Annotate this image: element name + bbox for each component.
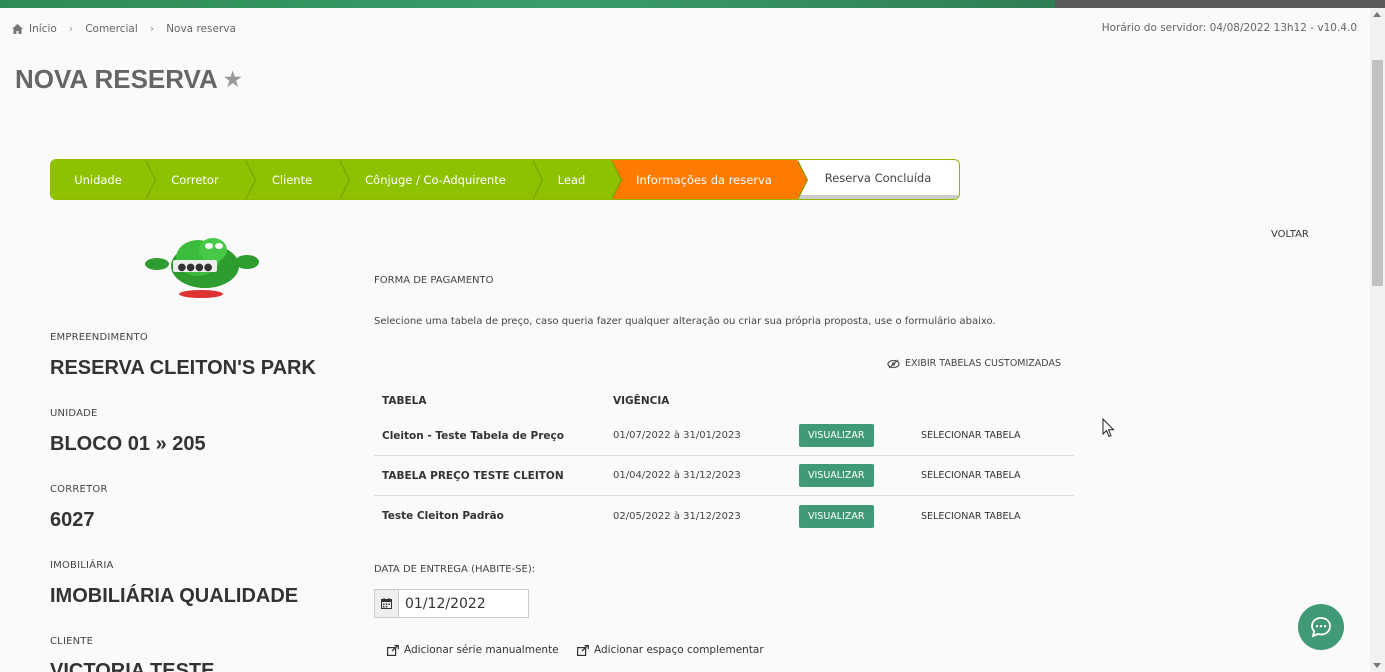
add-space-link[interactable]: Adicionar espaço complementar xyxy=(577,644,764,656)
selecionar-tabela-link[interactable]: SELECIONAR TABELA xyxy=(921,511,1074,522)
data-entrega-label: DATA DE ENTREGA (HABITE-SE): xyxy=(374,564,536,575)
add-series-label: Adicionar série manualmente xyxy=(404,644,559,656)
step-label: Cliente xyxy=(271,172,313,187)
row-period: 01/04/2022 à 31/12/2023 xyxy=(613,470,741,481)
project-logo: ●●●● xyxy=(143,230,261,300)
data-entrega-input[interactable] xyxy=(399,590,527,617)
visualizar-button[interactable]: VISUALIZAR xyxy=(799,464,874,487)
scroll-thumb[interactable] xyxy=(1372,60,1383,286)
svg-text:●●●●: ●●●● xyxy=(178,262,213,273)
step-unidade[interactable]: Unidade xyxy=(51,160,156,199)
visualizar-button[interactable]: VISUALIZAR xyxy=(799,424,874,447)
imobiliaria-label: IMOBILIÁRIA xyxy=(50,560,114,571)
price-tables: TABELA VIGÊNCIA Cleiton - Teste Tabela d… xyxy=(374,386,1074,536)
chevron-right-icon: › xyxy=(68,22,74,35)
step-lead[interactable]: Lead xyxy=(532,160,622,199)
step-corretor[interactable]: Corretor xyxy=(145,160,256,199)
selecionar-tabela-link[interactable]: SELECIONAR TABELA xyxy=(921,430,1074,441)
breadcrumb-home[interactable]: Início xyxy=(29,23,57,35)
row-period: 02/05/2022 à 31/12/2023 xyxy=(613,510,741,522)
corretor-label: CORRETOR xyxy=(50,484,108,495)
external-edit-icon xyxy=(387,644,399,656)
show-custom-tables-label: EXIBIR TABELAS CUSTOMIZADAS xyxy=(905,358,1061,369)
step-cliente[interactable]: Cliente xyxy=(245,160,350,199)
visualizar-button[interactable]: VISUALIZAR xyxy=(799,504,874,528)
wizard-steps: Unidade Corretor Cliente Cônjuge / Co-Ad… xyxy=(50,159,960,200)
step-label: Unidade xyxy=(74,172,122,187)
external-edit-icon xyxy=(577,644,589,656)
table-row: TABELA PREÇO TESTE CLEITON 01/04/2022 à … xyxy=(374,456,1074,496)
corretor-value: 6027 xyxy=(50,509,95,531)
col-vigencia: VIGÊNCIA xyxy=(613,395,670,407)
unidade-label: UNIDADE xyxy=(50,408,98,419)
home-icon[interactable] xyxy=(12,23,23,34)
add-series-link[interactable]: Adicionar série manualmente xyxy=(387,644,559,656)
step-conjuge[interactable]: Cônjuge / Co-Adquirente xyxy=(339,160,543,199)
page-title-wrap: NOVA RESERVA ★ xyxy=(15,64,242,95)
empreendimento-value: RESERVA CLEITON'S PARK xyxy=(50,357,316,379)
chat-bubble-icon xyxy=(1311,617,1331,638)
cliente-label: CLIENTE xyxy=(50,636,94,647)
chevron-right-icon: › xyxy=(149,22,155,35)
forma-pagamento-title: FORMA DE PAGAMENTO xyxy=(374,275,494,286)
unidade-value: BLOCO 01 » 205 xyxy=(50,433,206,455)
mouse-cursor-icon xyxy=(1102,417,1116,442)
row-period: 01/07/2022 à 31/01/2023 xyxy=(613,430,741,441)
cliente-value: VICTORIA TESTE xyxy=(50,660,215,672)
server-time: Horário do servidor: 04/08/2022 13h12 - … xyxy=(1101,22,1357,34)
step-label: Corretor xyxy=(171,172,219,187)
page-title: NOVA RESERVA xyxy=(15,64,218,94)
empreendimento-label: EMPREENDIMENTO xyxy=(50,332,148,343)
scroll-down-icon[interactable] xyxy=(1373,663,1381,668)
top-accent-bar-dark xyxy=(1055,0,1385,8)
selecionar-tabela-link[interactable]: SELECIONAR TABELA xyxy=(921,470,1074,481)
star-icon[interactable]: ★ xyxy=(224,67,242,92)
breadcrumb-commercial[interactable]: Comercial xyxy=(85,23,138,35)
payment-hint: Selecione uma tabela de preço, caso quer… xyxy=(374,316,996,327)
breadcrumb: Início › Comercial › Nova reserva xyxy=(12,22,236,35)
row-name: Cleiton - Teste Tabela de Preço xyxy=(382,429,564,442)
step-informacoes-reserva[interactable]: Informações da reserva xyxy=(611,160,808,199)
table-row: Cleiton - Teste Tabela de Preço 01/07/20… xyxy=(374,416,1074,456)
eye-slash-icon xyxy=(887,359,900,368)
scrollbar[interactable] xyxy=(1370,8,1385,672)
data-entrega-field[interactable] xyxy=(374,589,529,618)
row-name: Teste Cleiton Padrão xyxy=(382,510,504,522)
table-row: Teste Cleiton Padrão 02/05/2022 à 31/12/… xyxy=(374,496,1074,536)
show-custom-tables-toggle[interactable]: EXIBIR TABELAS CUSTOMIZADAS xyxy=(887,358,1061,369)
step-label: Lead xyxy=(557,172,586,187)
step-label: Cônjuge / Co-Adquirente xyxy=(365,172,506,187)
row-name: TABELA PREÇO TESTE CLEITON xyxy=(382,469,564,482)
step-reserva-concluida: Reserva Concluída xyxy=(797,160,959,199)
step-label: Informações da reserva xyxy=(636,172,772,187)
table-header: TABELA VIGÊNCIA xyxy=(374,386,1074,416)
step-label: Reserva Concluída xyxy=(824,170,932,185)
voltar-link[interactable]: VOLTAR xyxy=(1271,229,1309,240)
col-tabela: TABELA xyxy=(382,395,427,407)
breadcrumb-current: Nova reserva xyxy=(166,22,236,35)
imobiliaria-value: IMOBILIÁRIA QUALIDADE xyxy=(50,585,299,607)
chat-button[interactable] xyxy=(1298,604,1344,650)
scroll-up-icon[interactable] xyxy=(1373,12,1381,17)
add-space-label: Adicionar espaço complementar xyxy=(594,644,764,656)
calendar-icon[interactable] xyxy=(375,590,399,617)
